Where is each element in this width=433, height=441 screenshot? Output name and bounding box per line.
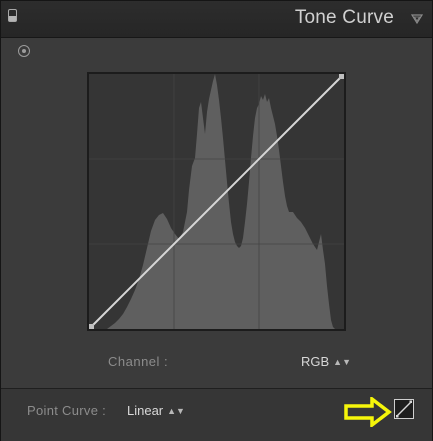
panel-header[interactable]: Tone Curve	[1, 1, 432, 38]
point-curve-value: Linear	[127, 403, 164, 418]
updown-arrows-icon: ▲▼	[333, 357, 351, 367]
panel-switch-icon[interactable]	[8, 9, 17, 22]
channel-select[interactable]: RGB ▲▼	[301, 354, 351, 369]
channel-label: Channel :	[108, 354, 169, 369]
edit-point-curve-button[interactable]	[394, 399, 414, 419]
curve-edit-icon	[396, 400, 412, 418]
arrow-right-icon	[344, 397, 392, 427]
updown-arrows-icon: ▲▼	[167, 406, 185, 416]
point-curve-label: Point Curve :	[27, 403, 107, 418]
curve-point-white[interactable]	[339, 74, 344, 79]
targeted-adjustment-icon[interactable]	[18, 45, 30, 57]
panel-title: Tone Curve	[294, 7, 394, 28]
channel-value: RGB	[301, 354, 330, 369]
point-curve-select[interactable]: Linear ▲▼	[127, 403, 185, 418]
curve-point-black[interactable]	[89, 324, 94, 329]
tone-curve-svg	[89, 74, 344, 329]
triangle-down-icon[interactable]	[411, 14, 423, 24]
tone-curve-panel: Tone Curve Channel : RGB ▲▼ Point Curve :…	[0, 0, 433, 441]
tone-curve-graph[interactable]	[87, 72, 346, 331]
